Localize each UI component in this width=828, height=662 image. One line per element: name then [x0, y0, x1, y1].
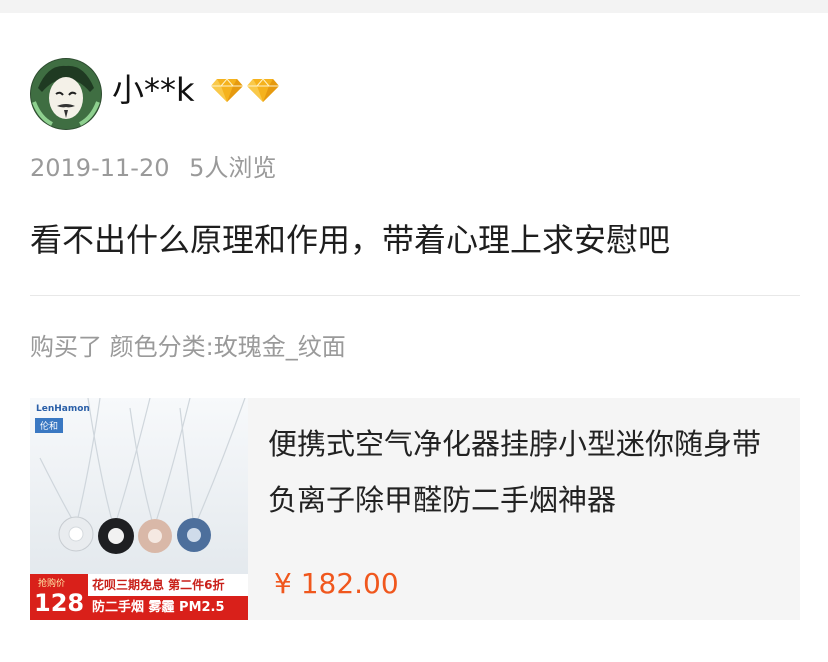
product-title[interactable]: 便携式空气净化器挂脖小型迷你随身带负离子除甲醛防二手烟神器 — [268, 416, 783, 528]
vip-badges — [210, 76, 280, 106]
avatar[interactable] — [30, 58, 102, 130]
promo-line1: 花呗三期免息 第二件6折 — [92, 578, 225, 592]
product-brand: LenHamon — [36, 404, 90, 414]
top-band — [0, 0, 828, 13]
product-brand-tag: 伦和 — [35, 418, 64, 433]
review-date: 2019-11-20 — [30, 154, 170, 182]
diamond-icon — [247, 78, 279, 102]
review-meta: 2019-11-20 5人浏览 — [30, 152, 276, 184]
diamond-icon — [211, 78, 243, 102]
review-text: 看不出什么原理和作用，带着心理上求安慰吧 — [30, 221, 671, 259]
purchase-info: 购买了 颜色分类:玫瑰金_纹面 — [30, 333, 346, 361]
mask-avatar-icon — [31, 59, 101, 129]
product-price: ¥ 182.00 — [274, 567, 399, 600]
promo-price: 128 — [34, 589, 85, 617]
view-count: 5人浏览 — [189, 154, 277, 182]
divider — [30, 295, 800, 296]
product-image[interactable]: LenHamon 伦和 抢购价 128 花呗三期免息 第二件6折 防二手烟 雾霾… — [30, 398, 248, 620]
promo-line2: 防二手烟 雾霾 PM2.5 — [88, 596, 248, 620]
username[interactable]: 小**k — [112, 70, 195, 110]
promo-price-box: 抢购价 128 — [30, 574, 88, 620]
product-card[interactable]: LenHamon 伦和 抢购价 128 花呗三期免息 第二件6折 防二手烟 雾霾… — [30, 398, 800, 620]
